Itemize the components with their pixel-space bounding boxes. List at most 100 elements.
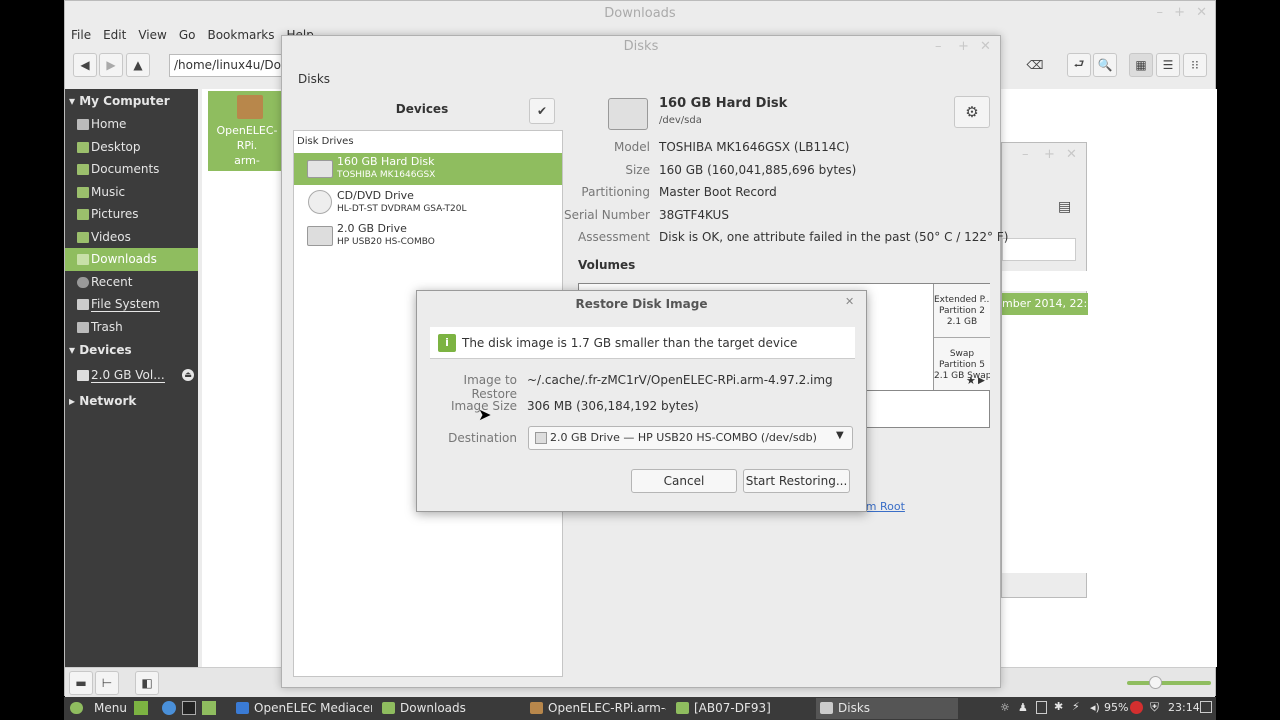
model-label: Model <box>613 140 650 155</box>
sidebar-item-pictures[interactable]: Pictures <box>65 203 198 226</box>
sidebar-item-desktop[interactable]: Desktop <box>65 136 198 159</box>
user-icon[interactable]: ♟ <box>1018 701 1028 714</box>
sidebar-section-network[interactable]: ▸ Network <box>65 389 198 413</box>
usb-drive-icon <box>77 370 89 381</box>
volume-icon[interactable]: ◂) <box>1090 701 1100 714</box>
sidebar-item-music[interactable]: Music <box>65 181 198 204</box>
sidebar-item-home[interactable]: Home <box>65 113 198 136</box>
sidebar-item-downloads[interactable]: Downloads <box>65 248 198 271</box>
drive-icon <box>77 299 89 310</box>
clear-location-icon[interactable]: ⌫ <box>1023 53 1047 77</box>
properties-icon[interactable]: ▤ <box>1058 199 1071 215</box>
location-toggle-icon: ⮐ <box>1073 56 1085 71</box>
task-ab07[interactable]: [AB07-DF93] <box>672 698 812 719</box>
search-button[interactable]: 🔍 <box>1093 53 1117 77</box>
sidebar-item-videos[interactable]: Videos <box>65 226 198 249</box>
close-icon[interactable]: ✕ <box>980 39 991 54</box>
eject-icon[interactable]: ⏏ <box>182 369 194 381</box>
maximize-icon[interactable]: + <box>958 39 969 54</box>
menu-file[interactable]: File <box>71 28 91 42</box>
minimize-icon[interactable]: – <box>935 39 942 54</box>
disk-settings-button[interactable]: ⚙ <box>954 96 990 128</box>
task-downloads[interactable]: Downloads <box>378 698 518 719</box>
show-desktop-icon[interactable] <box>134 701 148 715</box>
device-row[interactable]: 160 GB Hard Disk TOSHIBA MK1646GSX <box>294 153 562 185</box>
image-label: Image to Restore <box>463 373 517 401</box>
bluetooth-icon[interactable]: ✱ <box>1054 700 1063 713</box>
show-tree-button[interactable]: ⊢ <box>95 671 119 695</box>
start-restoring-button[interactable]: Start Restoring... <box>743 469 850 493</box>
device-row[interactable]: 2.0 GB Drive HP USB20 HS-COMBO <box>294 220 562 252</box>
background-row[interactable]: mber 2014, 22:... <box>1002 293 1088 315</box>
background-input[interactable] <box>1002 238 1076 261</box>
maximize-icon[interactable]: + <box>1174 5 1185 20</box>
app-menu-label[interactable]: Disks <box>298 72 330 86</box>
cancel-button[interactable]: Cancel <box>631 469 737 493</box>
size-label: Image Size <box>450 399 517 413</box>
sidebar-item-documents[interactable]: Documents <box>65 158 198 181</box>
select-button[interactable]: ✔ <box>529 98 555 124</box>
device-name: CD/DVD Drive <box>337 189 414 202</box>
size-value: 306 MB (306,184,192 bytes) <box>527 399 699 413</box>
destination-select[interactable]: 2.0 GB Drive — HP USB20 HS-COMBO (/dev/s… <box>528 426 853 450</box>
device-row[interactable]: CD/DVD Drive HL-DT-ST DVDRAM GSA-T20L <box>294 187 562 219</box>
location-input[interactable]: /home/linux4u/Down <box>169 54 289 77</box>
sidebar-item-file-system[interactable]: File System <box>65 293 198 316</box>
close-icon[interactable]: ✕ <box>1196 5 1207 20</box>
list-view-button[interactable]: ☰ <box>1156 53 1180 77</box>
menu-edit[interactable]: Edit <box>103 28 126 42</box>
menu-bookmarks[interactable]: Bookmarks <box>207 28 274 42</box>
forward-button[interactable]: ▶ <box>99 53 123 77</box>
sidebar-item-trash[interactable]: Trash <box>65 316 198 339</box>
disk-device-path: /dev/sda <box>659 115 702 126</box>
minimize-icon[interactable]: – <box>1022 147 1029 162</box>
sidebar-section-devices[interactable]: ▾ Devices <box>65 338 198 362</box>
volume-block[interactable]: Extended P... Partition 2 2.1 GB <box>934 284 990 338</box>
task-openelec-mediacenter[interactable]: OpenELEC Mediacen... <box>232 698 372 719</box>
hide-sidebar-button[interactable]: ◧ <box>135 671 159 695</box>
background-list <box>1002 315 1088 573</box>
compact-view-button[interactable]: ⁝⁝ <box>1183 53 1207 77</box>
file-name-line: gz <box>240 184 254 197</box>
model-value: TOSHIBA MK1646GSX (LB114C) <box>659 140 850 155</box>
sidebar-section-my-computer[interactable]: ▾ My Computer <box>65 89 198 113</box>
clipboard-icon[interactable] <box>1036 701 1047 714</box>
zoom-slider[interactable] <box>1127 681 1211 685</box>
sidebar-item-usb-volume[interactable]: 2.0 GB Vol... ⏏ <box>65 362 198 389</box>
network-icon[interactable]: ⚡ <box>1072 700 1080 713</box>
show-places-button[interactable]: ▬ <box>69 671 93 695</box>
folder-icon <box>676 702 689 714</box>
close-icon[interactable]: ✕ <box>1066 147 1077 162</box>
files-icon[interactable] <box>202 701 216 715</box>
dialog-title: Restore Disk Image <box>575 297 708 311</box>
minimize-icon[interactable]: – <box>1157 5 1164 20</box>
toggle-location-button[interactable]: ⮐ <box>1067 53 1091 77</box>
extended-partition[interactable]: Extended P... Partition 2 2.1 GB Swap Pa… <box>933 284 990 390</box>
task-disks[interactable]: Disks <box>816 698 958 719</box>
terminal-icon[interactable] <box>182 701 196 715</box>
file-item[interactable]: OpenELEC-RPi. arm-4.97.2.img. gz <box>208 91 286 197</box>
task-archive[interactable]: OpenELEC-RPi.arm-4.... <box>526 698 666 719</box>
up-button[interactable]: ▲ <box>126 53 150 77</box>
volume-block[interactable]: Swap Partition 5 2.1 GB Swap ★ ▶ <box>934 339 990 390</box>
record-icon[interactable] <box>1130 701 1143 714</box>
search-icon: 🔍 <box>1097 58 1113 72</box>
close-icon[interactable]: ✕ <box>845 295 854 308</box>
shield-icon[interactable]: ⛨ <box>1150 700 1159 715</box>
start-menu-button[interactable]: Menu <box>66 698 128 719</box>
sidebar-item-recent[interactable]: Recent <box>65 271 198 294</box>
back-button[interactable]: ◀ <box>73 53 97 77</box>
menu-view[interactable]: View <box>138 28 166 42</box>
usb-drive-icon <box>535 432 547 444</box>
zoom-slider-handle[interactable] <box>1149 676 1162 689</box>
image-value: ~/.cache/.fr-zMC1rV/OpenELEC-RPi.arm-4.9… <box>527 373 833 387</box>
brightness-icon[interactable]: ☼ <box>1000 701 1010 714</box>
file-name-line: OpenELEC-RPi. <box>216 124 278 152</box>
icon-view-button[interactable]: ▦ <box>1129 53 1153 77</box>
menu-go[interactable]: Go <box>179 28 196 42</box>
show-windows-icon[interactable] <box>1200 701 1212 713</box>
clock[interactable]: 23:14 <box>1168 701 1200 714</box>
browser-icon[interactable] <box>162 701 176 715</box>
maximize-icon[interactable]: + <box>1044 147 1055 162</box>
battery-indicator[interactable]: 95% <box>1104 701 1128 714</box>
